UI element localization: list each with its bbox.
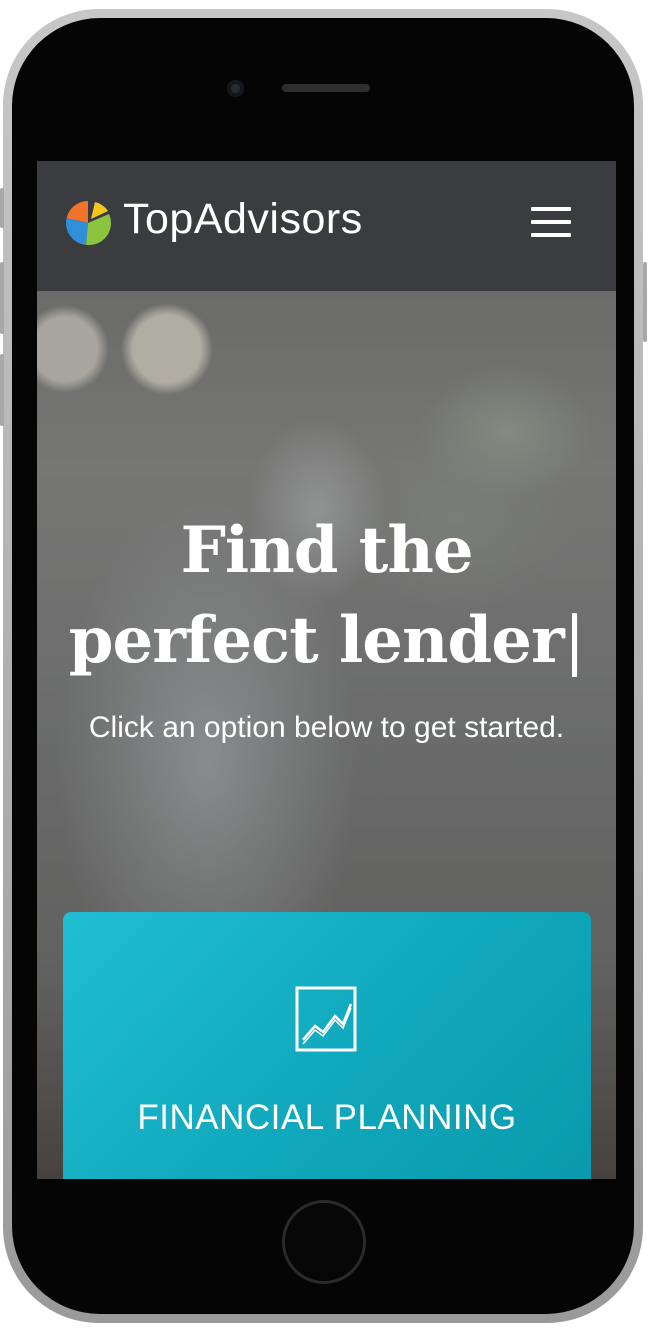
hero-title-line2-wrap: perfect lender| <box>37 596 616 686</box>
financial-planning-card[interactable]: FINANCIAL PLANNING <box>63 912 591 1179</box>
hamburger-line <box>531 220 571 224</box>
front-camera <box>227 80 244 97</box>
home-button[interactable] <box>282 1200 366 1284</box>
hamburger-line <box>531 233 571 237</box>
silent-switch <box>0 188 4 228</box>
navbar: TopAdvisors <box>37 161 616 291</box>
hero-title-line2: perfect lender <box>68 603 565 678</box>
pie-chart-logo-icon[interactable] <box>64 199 112 247</box>
typing-cursor: | <box>563 604 586 678</box>
brand-name[interactable]: TopAdvisors <box>123 195 363 244</box>
financial-planning-label: FINANCIAL PLANNING <box>137 1098 517 1137</box>
line-chart-icon <box>295 986 357 1052</box>
power-button <box>643 262 647 342</box>
hero-title: Find the perfect lender| <box>37 506 616 686</box>
screen: TopAdvisors Find the perfect lender| Cli… <box>37 161 616 1179</box>
earpiece-speaker <box>282 84 370 92</box>
volume-down-button <box>0 354 4 426</box>
hamburger-menu-icon <box>531 207 571 211</box>
hero-title-line1: Find the <box>180 513 473 588</box>
hero-subtitle: Click an option below to get started. <box>88 711 565 744</box>
menu-button[interactable] <box>529 205 573 239</box>
volume-up-button <box>0 262 4 334</box>
